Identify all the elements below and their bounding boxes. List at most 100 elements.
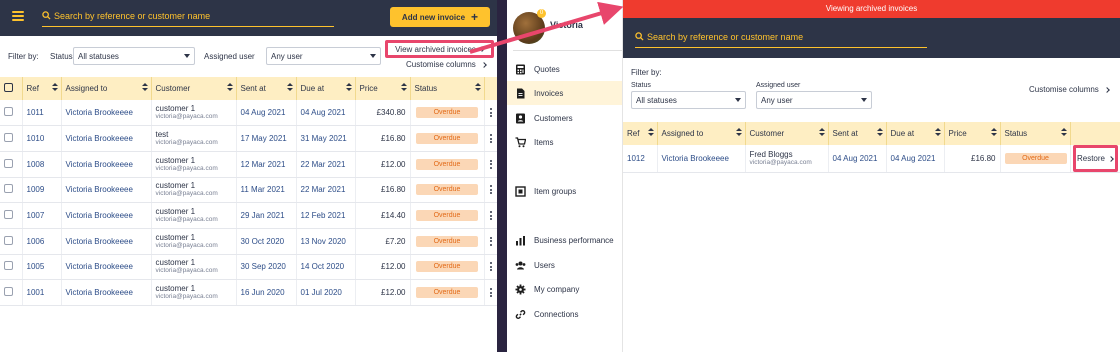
column-header-assigned-to[interactable]: Assigned to [657, 122, 746, 145]
sidebar-item-items[interactable]: Items [507, 130, 622, 154]
table-row[interactable]: 1001 Victoria Brookeeee customer 1 victoria… [0, 279, 497, 306]
column-header-customer[interactable]: Customer [745, 122, 829, 145]
screenshot-canvas: Search by reference or customer name Add… [0, 0, 1120, 352]
column-header-due-at[interactable]: Due at [296, 77, 356, 100]
select-all-checkbox[interactable] [4, 83, 13, 92]
price-cell: £12.00 [355, 151, 411, 178]
column-header-status[interactable]: Status [410, 77, 485, 100]
sidebar-item-users[interactable]: Users [507, 253, 622, 277]
table-row[interactable]: 1005 Victoria Brookeeee customer 1 victoria… [0, 254, 497, 281]
customise-columns-link[interactable]: Customise columns [1029, 85, 1110, 94]
search-placeholder: Search by reference or customer name [54, 11, 211, 21]
hamburger-menu-icon[interactable] [12, 11, 24, 21]
table-row[interactable]: 1010 Victoria Brookeeee test victoria@payac… [0, 125, 497, 152]
status-filter-select[interactable]: All statuses [73, 47, 195, 65]
column-header-status[interactable]: Status [1000, 122, 1071, 145]
sort-icon[interactable] [286, 83, 293, 91]
sort-icon[interactable] [876, 128, 883, 136]
column-header-ref[interactable]: Ref [22, 77, 62, 100]
column-header-price[interactable]: Price [944, 122, 1001, 145]
ref-cell[interactable]: 1009 [22, 177, 62, 204]
kebab-menu-icon[interactable] [485, 288, 497, 298]
ref-cell[interactable]: 1008 [22, 151, 62, 178]
table-row[interactable]: 1011 Victoria Brookeeee customer 1 victoria… [0, 100, 497, 127]
assigned-to-cell: Victoria Brookeeee [61, 254, 152, 281]
sort-icon[interactable] [51, 83, 58, 91]
column-header-assigned-to[interactable]: Assigned to [61, 77, 152, 100]
document-icon [515, 88, 526, 99]
row-checkbox[interactable] [4, 184, 13, 194]
table-row[interactable]: 1007 Victoria Brookeeee customer 1 victoria… [0, 202, 497, 229]
sidebar-item-quotes[interactable]: Quotes [507, 57, 622, 81]
sent-at-cell: 12 Mar 2021 [236, 151, 297, 178]
row-checkbox[interactable] [4, 133, 13, 143]
row-checkbox[interactable] [4, 261, 13, 271]
ref-cell[interactable]: 1006 [22, 228, 62, 255]
sort-icon[interactable] [345, 83, 352, 91]
view-archived-invoices-link[interactable]: View archived invoices [385, 40, 494, 58]
due-at-cell: 12 Feb 2021 [296, 202, 356, 229]
sort-icon[interactable] [474, 83, 481, 91]
sort-icon[interactable] [141, 83, 148, 91]
kebab-menu-icon[interactable] [485, 211, 497, 221]
ref-cell[interactable]: 1011 [22, 100, 62, 127]
column-header-ref[interactable]: Ref [623, 122, 658, 145]
sort-icon[interactable] [934, 128, 941, 136]
table-row[interactable]: 1006 Victoria Brookeeee customer 1 victoria… [0, 228, 497, 255]
sort-icon[interactable] [735, 128, 742, 136]
assigned-user-filter-select[interactable]: Any user [266, 47, 381, 65]
search-input[interactable]: Search by reference or customer name [635, 28, 927, 48]
kebab-menu-icon[interactable] [485, 159, 497, 169]
sidebar-item-business-performance[interactable]: Business performance [507, 228, 622, 252]
row-checkbox[interactable] [4, 158, 13, 168]
sidebar-item-invoices[interactable]: Invoices [507, 81, 622, 105]
ref-cell[interactable]: 1012 [623, 145, 658, 173]
customer-cell: customer 1 victoria@payaca.com [151, 100, 237, 127]
add-new-invoice-button[interactable]: Add new invoice + [390, 7, 490, 27]
table-row[interactable]: 1012 Victoria Brookeeee Fred Bloggs vict… [623, 145, 1120, 173]
kebab-menu-icon[interactable] [485, 108, 497, 118]
customer-name: customer 1 [155, 181, 196, 191]
sidebar-item-connections[interactable]: Connections [507, 302, 622, 326]
column-header-sent-at[interactable]: Sent at [828, 122, 887, 145]
sidebar-item-my-company[interactable]: My company [507, 277, 622, 301]
kebab-menu-icon[interactable] [485, 262, 497, 272]
kebab-menu-icon[interactable] [485, 236, 497, 246]
ref-cell[interactable]: 1005 [22, 254, 62, 281]
restore-button[interactable]: Restore [1072, 145, 1118, 172]
ref-cell[interactable]: 1010 [22, 125, 62, 152]
table-row[interactable]: 1008 Victoria Brookeeee customer 1 victoria… [0, 151, 497, 178]
row-checkbox[interactable] [4, 107, 13, 117]
customer-email: victoria@payaca.com [155, 164, 218, 172]
column-header-due-at[interactable]: Due at [886, 122, 945, 145]
row-checkbox[interactable] [4, 287, 13, 297]
row-checkbox[interactable] [4, 235, 13, 245]
status-cell: Overdue [1000, 145, 1071, 173]
kebab-menu-icon[interactable] [485, 134, 497, 144]
sent-at-cell: 29 Jan 2021 [236, 202, 297, 229]
sidebar-item-item-groups[interactable]: Item groups [507, 179, 622, 203]
sent-at-cell: 04 Aug 2021 [828, 145, 887, 173]
row-checkbox[interactable] [4, 210, 13, 220]
due-at-cell: 04 Aug 2021 [886, 145, 945, 173]
link-icon [515, 309, 526, 320]
status-filter-select[interactable]: All statuses [631, 91, 746, 109]
column-header-customer[interactable]: Customer [151, 77, 237, 100]
sort-icon[interactable] [990, 128, 997, 136]
search-input[interactable]: Search by reference or customer name [42, 7, 334, 27]
customise-columns-link[interactable]: Customise columns [406, 60, 487, 69]
column-header-price[interactable]: Price [355, 77, 411, 100]
sort-icon[interactable] [226, 83, 233, 91]
kebab-menu-icon[interactable] [485, 185, 497, 195]
assigned-user-filter-select[interactable]: Any user [756, 91, 872, 109]
sort-icon[interactable] [647, 128, 654, 136]
ref-cell[interactable]: 1007 [22, 202, 62, 229]
ref-cell[interactable]: 1001 [22, 279, 62, 306]
sidebar-item-customers[interactable]: Customers [507, 106, 622, 130]
sort-icon[interactable] [1060, 128, 1067, 136]
sort-icon[interactable] [818, 128, 825, 136]
sort-icon[interactable] [400, 83, 407, 91]
table-row[interactable]: 1009 Victoria Brookeeee customer 1 victoria… [0, 177, 497, 204]
column-header-sent-at[interactable]: Sent at [236, 77, 297, 100]
column-header-label: Customer [749, 129, 785, 138]
